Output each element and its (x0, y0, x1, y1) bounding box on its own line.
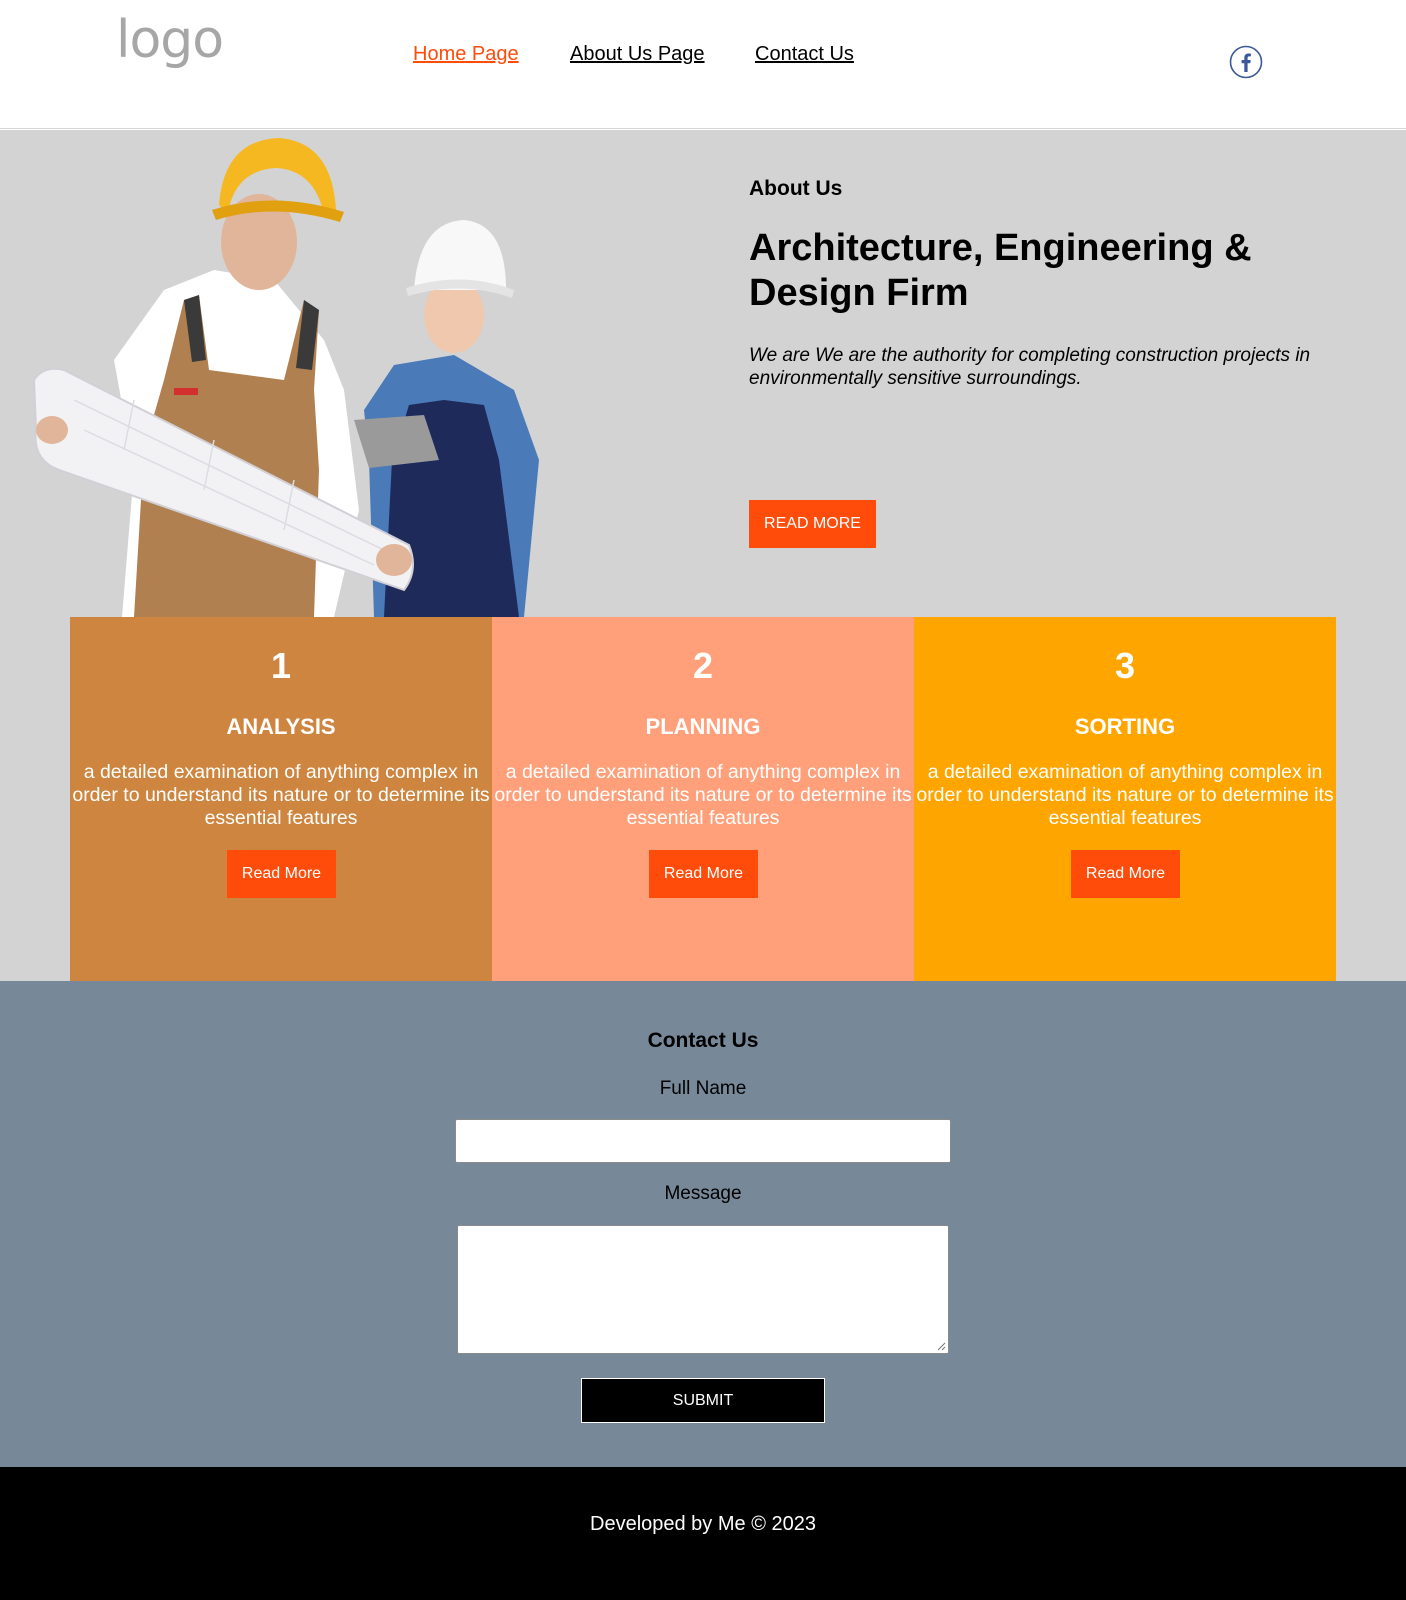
hero-title: Architecture, Engineering & Design Firm (749, 227, 1252, 314)
card-read-more-button[interactable]: Read More (649, 850, 758, 898)
logo[interactable]: logo (116, 14, 224, 66)
message-label: Message (664, 1183, 742, 1204)
card-read-more-button[interactable]: Read More (1071, 850, 1180, 898)
card-text: a detailed examination of anything compl… (72, 761, 490, 829)
footer-text: Developed by Me © 2023 (590, 1513, 816, 1535)
card-number: 3 (1114, 645, 1136, 686)
nav-about-us-page[interactable]: About Us Page (570, 43, 705, 66)
card-title: PLANNING (645, 714, 761, 739)
card-text: a detailed examination of anything compl… (494, 761, 912, 829)
read-more-button[interactable]: READ MORE (749, 500, 876, 548)
card-title: SORTING (1074, 714, 1176, 739)
card-number: 2 (692, 645, 714, 686)
nav-home-page[interactable]: Home Page (413, 43, 519, 66)
construction-workers-image (32, 138, 539, 617)
card-analysis: 1 ANALYSIS a detailed examination of any… (70, 617, 492, 981)
card-sorting: 3 SORTING a detailed examination of anyt… (914, 617, 1336, 981)
card-planning: 2 PLANNING a detailed examination of any… (492, 617, 914, 981)
submit-button[interactable]: SUBMIT (581, 1378, 825, 1423)
contact-title: Contact Us (647, 1029, 759, 1052)
site-header: logo Home Page About Us Page Contact Us (0, 0, 1406, 129)
card-read-more-button[interactable]: Read More (227, 850, 336, 898)
message-textarea[interactable] (457, 1225, 949, 1354)
resize-handle-icon[interactable] (936, 1341, 946, 1351)
site-footer: Developed by Me © 2023 (0, 1467, 1406, 1600)
card-text: a detailed examination of anything compl… (916, 761, 1334, 829)
hero-section: About Us Architecture, Engineering & Des… (0, 130, 1406, 981)
full-name-label: Full Name (659, 1078, 747, 1099)
full-name-input[interactable] (455, 1119, 951, 1163)
card-title: ANALYSIS (226, 714, 336, 739)
about-us-label: About Us (749, 177, 843, 200)
hero-description: We are We are the authority for completi… (749, 345, 1311, 389)
facebook-icon[interactable] (1229, 45, 1263, 79)
nav-contact-us[interactable]: Contact Us (755, 43, 854, 66)
card-number: 1 (270, 645, 292, 686)
contact-section: Contact Us Full Name Message SUBMIT (0, 981, 1406, 1467)
